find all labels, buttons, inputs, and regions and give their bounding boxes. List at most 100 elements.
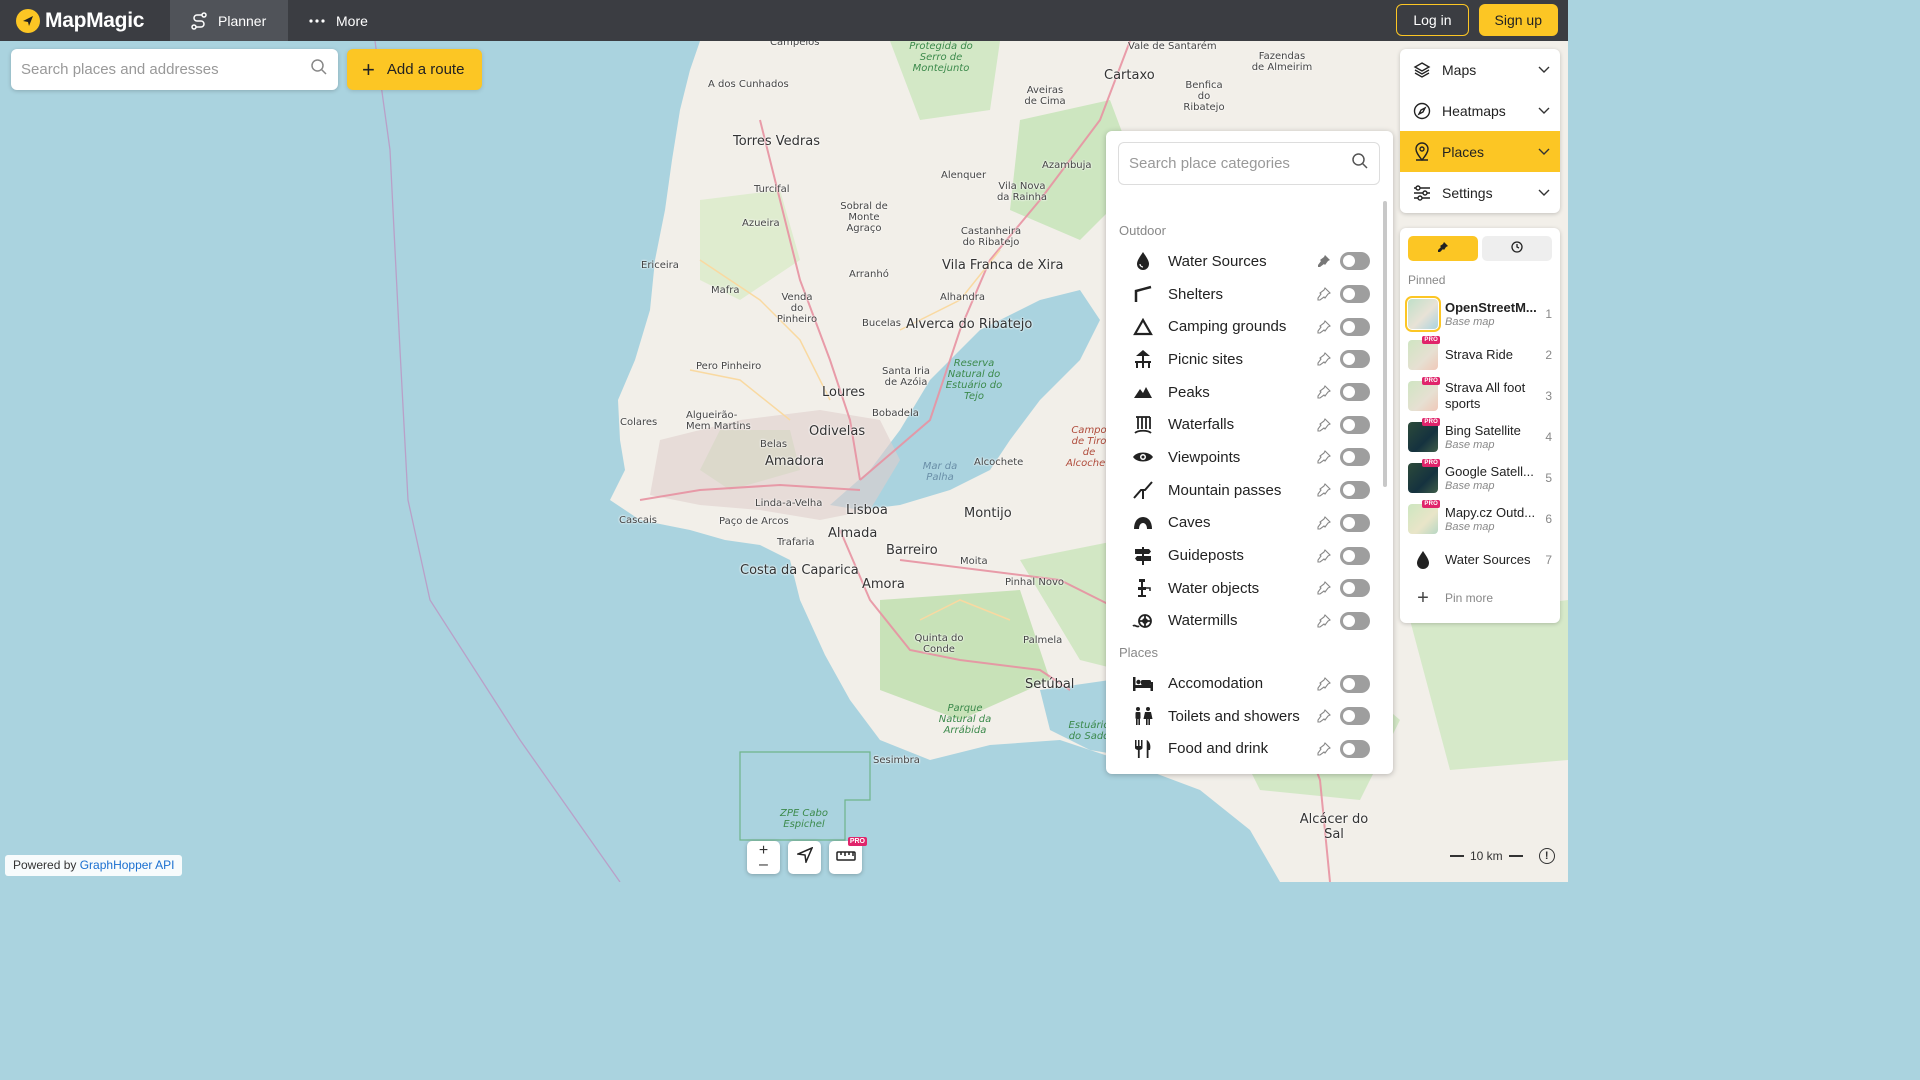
- map-label: Turcifal: [754, 184, 790, 195]
- category-toggle[interactable]: [1340, 252, 1370, 271]
- category-row[interactable]: Guideposts: [1106, 539, 1384, 572]
- locate-button[interactable]: [788, 841, 821, 874]
- tab-recent[interactable]: [1482, 236, 1552, 261]
- pin-outline-icon[interactable]: [1316, 548, 1332, 563]
- category-row[interactable]: Toilets and showers: [1106, 700, 1384, 733]
- category-toggle[interactable]: [1340, 513, 1370, 532]
- pinned-item-number: 6: [1545, 511, 1552, 526]
- category-toggle[interactable]: [1340, 350, 1370, 369]
- info-icon[interactable]: !: [1538, 848, 1555, 864]
- pinned-item[interactable]: PRO Bing Satellite Base map 4: [1408, 416, 1552, 457]
- map-label: Moita: [960, 556, 988, 567]
- category-toggle[interactable]: [1340, 481, 1370, 500]
- category-row[interactable]: Waterfalls: [1106, 408, 1384, 441]
- pinned-item[interactable]: PRO Strava Ride 2: [1408, 334, 1552, 375]
- pin-outline-icon[interactable]: [1316, 450, 1332, 465]
- pinned-item[interactable]: PRO Mapy.cz Outd... Base map 6: [1408, 498, 1552, 539]
- pinned-item-title: Strava All foot sports: [1445, 379, 1526, 411]
- pin-outline-icon[interactable]: [1316, 483, 1332, 497]
- menu-item-settings[interactable]: Settings: [1400, 172, 1560, 213]
- pinned-item-title: Mapy.cz Outd...: [1445, 504, 1536, 520]
- pin-outline-icon[interactable]: [1316, 515, 1332, 530]
- menu-item-places[interactable]: Places: [1400, 131, 1560, 172]
- pin-outline-icon[interactable]: [1316, 319, 1332, 334]
- plus-icon: +: [362, 56, 375, 82]
- pin-outline-icon[interactable]: [1316, 676, 1332, 691]
- pinned-item[interactable]: OpenStreetM... Base map 1: [1405, 293, 1552, 334]
- category-toggle[interactable]: [1340, 707, 1370, 726]
- category-label: Camping grounds: [1168, 318, 1287, 336]
- category-toggle[interactable]: [1340, 285, 1370, 304]
- search-input[interactable]: [21, 61, 310, 78]
- category-row[interactable]: Watermills: [1106, 605, 1384, 638]
- menu-item-heatmaps[interactable]: Heatmaps: [1400, 90, 1560, 131]
- category-row[interactable]: Caves: [1106, 507, 1384, 540]
- pin-icon[interactable]: [1316, 254, 1332, 268]
- map-label: A dos Cunhados: [708, 79, 789, 90]
- pin-more-button[interactable]: + Pin more: [1408, 580, 1552, 616]
- category-search-input[interactable]: [1129, 155, 1351, 172]
- pin-outline-icon[interactable]: [1316, 385, 1332, 399]
- category-toggle[interactable]: [1340, 448, 1370, 467]
- pin-outline-icon[interactable]: [1316, 742, 1332, 756]
- login-button[interactable]: Log in: [1396, 4, 1469, 36]
- measure-button[interactable]: PRO: [829, 837, 867, 874]
- category-row[interactable]: Picnic sites: [1106, 343, 1384, 376]
- category-toggle[interactable]: [1340, 546, 1370, 565]
- pin-outline-icon[interactable]: [1316, 581, 1332, 595]
- category-toggle[interactable]: [1340, 317, 1370, 336]
- pin-outline-icon[interactable]: [1316, 287, 1332, 301]
- category-row[interactable]: Peaks: [1106, 376, 1384, 409]
- category-toggle[interactable]: [1340, 579, 1370, 598]
- zoom-out-button[interactable]: –: [759, 856, 768, 872]
- category-row[interactable]: Food and drink: [1106, 733, 1384, 766]
- category-row[interactable]: Accomodation: [1106, 667, 1384, 700]
- map-label: Colares: [620, 417, 658, 428]
- signup-button[interactable]: Sign up: [1478, 4, 1558, 36]
- category-row[interactable]: Water objects: [1106, 572, 1384, 605]
- category-toggle[interactable]: [1340, 415, 1370, 434]
- search-icon[interactable]: [1351, 152, 1369, 175]
- nav-tab-planner[interactable]: Planner: [170, 0, 288, 41]
- map-label: Pinhal Novo: [1005, 577, 1064, 588]
- category-row[interactable]: Water Sources: [1106, 245, 1384, 278]
- map-label: Amadora: [765, 454, 825, 469]
- map-label: Mafra: [711, 285, 740, 296]
- add-route-button[interactable]: + Add a route: [347, 49, 482, 90]
- tab-pinned[interactable]: [1408, 236, 1478, 261]
- map-label: Alhandra: [940, 292, 986, 303]
- nav-tab-more[interactable]: More: [288, 0, 388, 41]
- category-row[interactable]: Camping grounds: [1106, 310, 1384, 343]
- graphhopper-link[interactable]: GraphHopper API: [80, 858, 175, 872]
- category-toggle[interactable]: [1340, 383, 1370, 402]
- pro-badge: PRO: [1422, 499, 1440, 508]
- pinned-item[interactable]: PRO Strava All foot sports 3: [1408, 375, 1552, 416]
- pinned-item[interactable]: PRO Google Satell... Base map 5: [1408, 457, 1552, 498]
- logo[interactable]: MapMagic: [0, 0, 170, 41]
- map-label: Protegida do Serro de Montejunto: [909, 41, 973, 74]
- map-label: Bobadela: [872, 408, 919, 419]
- category-row[interactable]: Mountain passes: [1106, 474, 1384, 507]
- category-toggle[interactable]: [1340, 611, 1370, 630]
- map-label: Mar da Palha: [922, 461, 958, 483]
- map-label: Santa Iria de Azóia: [881, 366, 930, 388]
- pin-outline-icon[interactable]: [1316, 352, 1332, 366]
- category-row[interactable]: Viewpoints: [1106, 441, 1384, 474]
- map-label: Vila Nova da Rainha: [996, 181, 1048, 203]
- category-label: Shelters: [1168, 285, 1224, 303]
- map-label: Azambuja: [1042, 160, 1092, 171]
- menu-item-maps[interactable]: Maps: [1400, 49, 1560, 90]
- pinned-item[interactable]: Water Sources 7: [1408, 539, 1552, 580]
- pin-outline-icon[interactable]: [1316, 417, 1332, 432]
- pin-outline-icon[interactable]: [1316, 709, 1332, 723]
- chevron-down-icon: [1538, 107, 1550, 115]
- menu-item-label: Maps: [1442, 61, 1477, 78]
- section-title: Places: [1119, 644, 1159, 660]
- more-dots-icon: [308, 18, 326, 24]
- category-row[interactable]: Shelters: [1106, 278, 1384, 311]
- category-toggle[interactable]: [1340, 739, 1370, 758]
- search-icon[interactable]: [310, 58, 328, 81]
- category-toggle[interactable]: [1340, 674, 1370, 693]
- map-label: Costa da Caparica: [740, 563, 859, 578]
- pin-outline-icon[interactable]: [1316, 613, 1332, 628]
